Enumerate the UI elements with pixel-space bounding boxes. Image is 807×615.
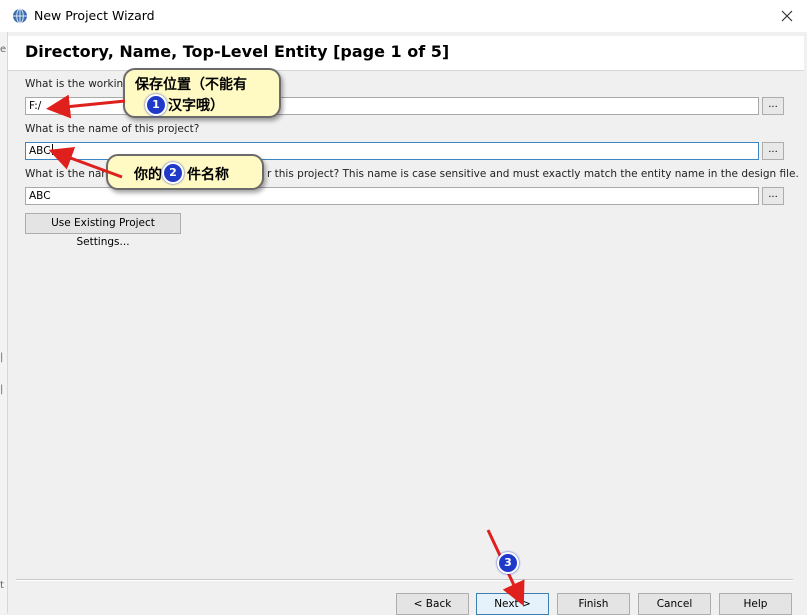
callout-save-location-line1: 保存位置（不能有	[135, 77, 247, 93]
finish-button[interactable]: Finish	[557, 593, 630, 615]
callout-project-name: 你的 件名称	[106, 154, 264, 190]
project-name-value: ABC	[29, 145, 51, 157]
window-title: New Project Wizard	[34, 8, 155, 23]
directory-label: What is the working	[25, 78, 130, 90]
next-button[interactable]: Next >	[476, 593, 549, 615]
callout-project-name-text-b: 件名称	[187, 167, 229, 183]
side-marker: e	[0, 44, 7, 55]
step-badge-1: 1	[145, 94, 167, 116]
entity-label-start: What is the nam	[25, 168, 112, 180]
entity-browse-button[interactable]: ...	[762, 187, 784, 205]
side-marker: |	[0, 384, 4, 395]
callout-project-name-text-a: 你的	[134, 167, 162, 183]
annotation-arrows	[46, 94, 525, 607]
side-marker: t	[0, 580, 4, 591]
footer-divider-highlight	[16, 580, 793, 581]
title-bar: New Project Wizard	[0, 0, 807, 32]
help-button[interactable]: Help	[719, 593, 792, 615]
step-badge-3: 3	[497, 552, 519, 574]
project-name-browse-button[interactable]: ...	[762, 142, 784, 160]
side-marker: |	[0, 352, 4, 363]
left-frame: e | | t	[0, 32, 8, 613]
text-cursor	[51, 144, 53, 155]
page-header: Directory, Name, Top-Level Entity [page …	[8, 36, 804, 70]
directory-browse-button[interactable]: ...	[762, 97, 784, 115]
entity-label-end: r this project? This name is case sensit…	[267, 168, 799, 180]
close-icon[interactable]	[777, 6, 797, 26]
use-existing-settings-button[interactable]: Use Existing Project Settings...	[25, 213, 181, 248]
back-button[interactable]: < Back	[396, 593, 469, 615]
app-globe-icon	[13, 8, 27, 24]
callout-save-location-line2: 汉字哦）	[168, 98, 224, 114]
step-badge-2: 2	[162, 162, 184, 184]
project-name-label: What is the name of this project?	[25, 123, 200, 135]
page-title: Directory, Name, Top-Level Entity [page …	[25, 42, 450, 61]
cancel-button[interactable]: Cancel	[638, 593, 711, 615]
